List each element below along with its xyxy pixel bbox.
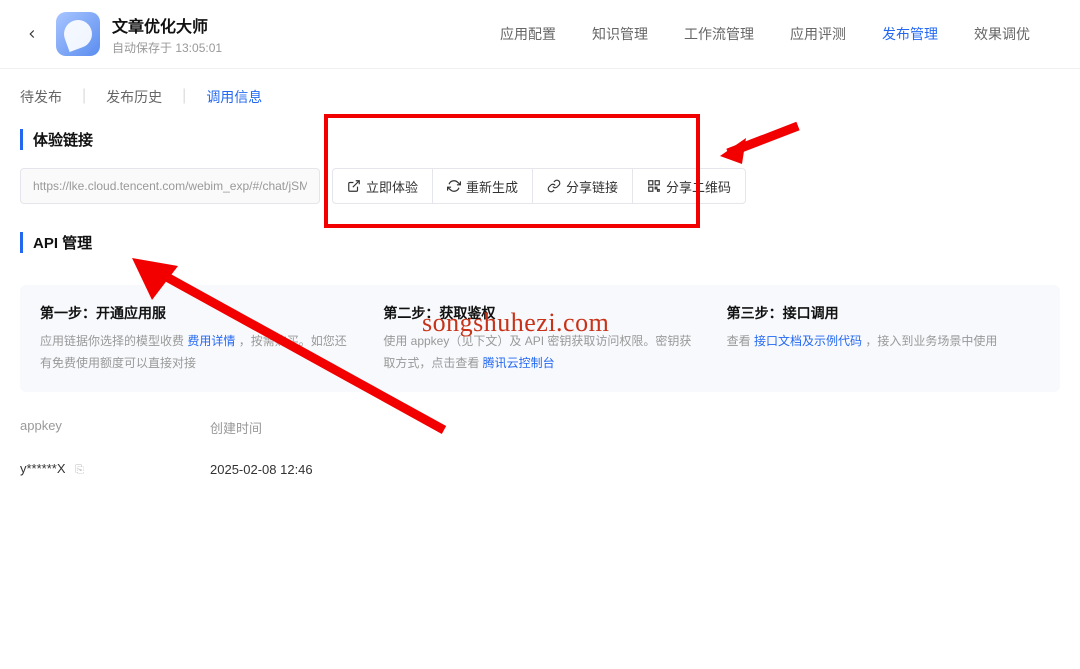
step-desc: 查看 接口文档及示例代码 ，接入到业务场景中使用 <box>727 331 1040 353</box>
btn-label: 分享二维码 <box>666 177 731 196</box>
tab-separator: | <box>82 87 86 107</box>
share-qr-button[interactable]: 分享二维码 <box>632 168 746 204</box>
step-text: 查看 <box>727 334 751 348</box>
table-header: appkey 创建时间 <box>20 408 1060 447</box>
appkey-value: y******X ⎘ <box>20 461 210 477</box>
section-title-link: 体验链接 <box>20 129 1060 150</box>
btn-label: 重新生成 <box>466 177 518 196</box>
regenerate-button[interactable]: 重新生成 <box>432 168 533 204</box>
link-button-group: 立即体验 重新生成 分享链接 分享二维码 <box>332 168 746 204</box>
col-appkey: appkey <box>20 418 210 437</box>
api-table: appkey 创建时间 y******X ⎘ 2025-02-08 12:46 <box>0 392 1080 507</box>
nav-tab-workflow[interactable]: 工作流管理 <box>684 20 754 48</box>
step-title: 第三步：接口调用 <box>727 303 1040 323</box>
steps-box: 第一步：开通应用服 应用链据你选择的模型收费 费用详情 ，按需购买。如您还有免费… <box>20 285 1060 392</box>
nav-tab-tuning[interactable]: 效果调优 <box>974 20 1030 48</box>
qrcode-icon <box>647 179 661 193</box>
sub-tab-pending[interactable]: 待发布 <box>20 87 62 107</box>
section-experience-link: 体验链接 立即体验 重新生成 分享链接 分享二维码 <box>0 115 1080 218</box>
try-now-button[interactable]: 立即体验 <box>332 168 433 204</box>
console-link[interactable]: 腾讯云控制台 <box>483 356 555 370</box>
step-text: 应用链据你选择的模型收费 <box>40 334 184 348</box>
step-title: 第二步：获取鉴权 <box>383 303 696 323</box>
app-icon <box>56 12 100 56</box>
col-created: 创建时间 <box>210 418 1060 437</box>
btn-label: 分享链接 <box>566 177 618 196</box>
sub-tabs: 待发布 | 发布历史 | 调用信息 <box>0 69 1080 115</box>
link-row: 立即体验 重新生成 分享链接 分享二维码 <box>20 168 1060 204</box>
back-button[interactable] <box>20 22 44 46</box>
tab-separator: | <box>182 87 186 107</box>
step-title: 第一步：开通应用服 <box>40 303 353 323</box>
header: 文章优化大师 自动保存于 13:05:01 应用配置 知识管理 工作流管理 应用… <box>0 0 1080 69</box>
appkey-text: y******X <box>20 461 66 476</box>
sub-tab-api[interactable]: 调用信息 <box>206 87 262 107</box>
app-info: 文章优化大师 自动保存于 13:05:01 <box>112 13 222 56</box>
copy-icon[interactable]: ⎘ <box>75 464 84 476</box>
nav-tabs: 应用配置 知识管理 工作流管理 应用评测 发布管理 效果调优 <box>500 20 1030 48</box>
nav-tab-config[interactable]: 应用配置 <box>500 20 556 48</box>
step-1: 第一步：开通应用服 应用链据你选择的模型收费 费用详情 ，按需购买。如您还有免费… <box>40 303 353 374</box>
app-title: 文章优化大师 <box>112 13 222 37</box>
share-link-button[interactable]: 分享链接 <box>532 168 633 204</box>
nav-tab-eval[interactable]: 应用评测 <box>790 20 846 48</box>
nav-tab-knowledge[interactable]: 知识管理 <box>592 20 648 48</box>
experience-url-input[interactable] <box>20 168 320 204</box>
table-row: y******X ⎘ 2025-02-08 12:46 <box>20 447 1060 491</box>
step-desc: 使用 appkey（见下文）及 API 密钥获取访问权限。密钥获取方式，点击查看… <box>383 331 696 374</box>
external-icon <box>347 179 361 193</box>
step-3: 第三步：接口调用 查看 接口文档及示例代码 ，接入到业务场景中使用 <box>727 303 1040 374</box>
link-icon <box>547 179 561 193</box>
created-time: 2025-02-08 12:46 <box>210 462 1060 477</box>
refresh-icon <box>447 179 461 193</box>
step-desc: 应用链据你选择的模型收费 费用详情 ，按需购买。如您还有免费使用额度可以直接对接 <box>40 331 353 374</box>
nav-tab-publish[interactable]: 发布管理 <box>882 20 938 48</box>
btn-label: 立即体验 <box>366 177 418 196</box>
sub-tab-history[interactable]: 发布历史 <box>106 87 162 107</box>
section-title-api: API 管理 <box>20 232 1060 253</box>
docs-link[interactable]: 接口文档及示例代码 <box>754 334 862 348</box>
step-text: ，接入到业务场景中使用 <box>865 334 997 348</box>
step-2: 第二步：获取鉴权 使用 appkey（见下文）及 API 密钥获取访问权限。密钥… <box>383 303 696 374</box>
section-api: API 管理 <box>0 218 1080 285</box>
pricing-link[interactable]: 费用详情 <box>187 334 235 348</box>
app-subtitle: 自动保存于 13:05:01 <box>112 39 222 56</box>
